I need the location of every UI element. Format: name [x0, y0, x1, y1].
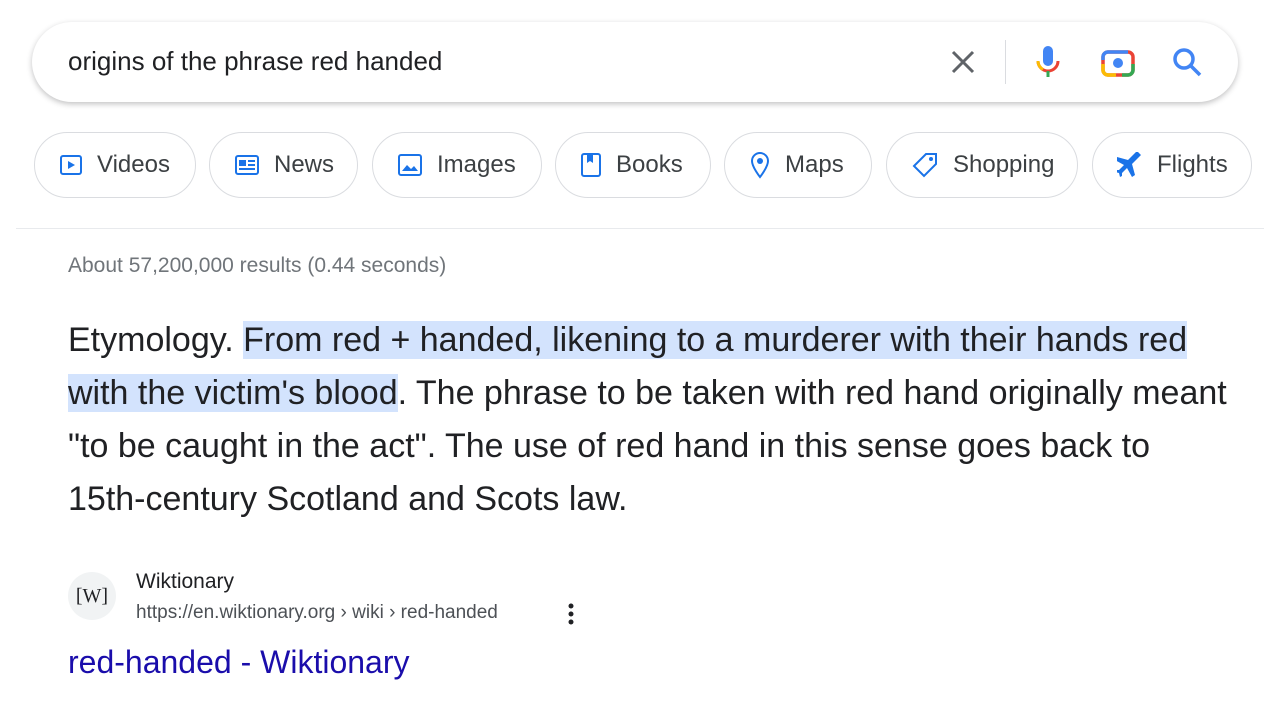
chip-label: Maps: [785, 151, 844, 178]
chip-images[interactable]: Images: [372, 132, 542, 198]
result-title-link[interactable]: red-handed - Wiktionary: [68, 644, 409, 681]
result-stats: About 57,200,000 results (0.44 seconds): [68, 254, 447, 277]
chip-label: Videos: [97, 151, 170, 178]
chip-label: Books: [616, 151, 683, 178]
chip-label: Shopping: [953, 151, 1055, 178]
result-url[interactable]: https://en.wiktionary.org › wiki › red-h…: [136, 602, 498, 624]
tag-icon: [912, 153, 937, 178]
chip-news[interactable]: News: [209, 132, 358, 198]
close-icon[interactable]: [941, 40, 985, 84]
book-icon: [581, 153, 601, 177]
featured-snippet: Etymology. From red + handed, likening t…: [68, 314, 1228, 526]
chip-label: News: [274, 151, 335, 178]
more-options-icon[interactable]: [562, 600, 580, 630]
newspaper-icon: [235, 155, 259, 175]
chip-label: Flights: [1157, 151, 1228, 178]
chip-label: Images: [437, 151, 516, 178]
image-icon: [398, 154, 422, 176]
chip-flights[interactable]: Flights: [1092, 132, 1252, 198]
airplane-icon: [1117, 152, 1141, 177]
microphone-icon[interactable]: [1026, 40, 1070, 84]
chip-videos[interactable]: Videos: [34, 132, 196, 198]
divider: [16, 228, 1264, 229]
result-site-name[interactable]: Wiktionary: [136, 570, 234, 594]
divider: [1005, 40, 1006, 84]
wiktionary-favicon: [W]: [68, 572, 116, 620]
chip-shopping[interactable]: Shopping: [886, 132, 1078, 198]
search-box[interactable]: origins of the phrase red handed: [32, 22, 1238, 102]
camera-lens-icon[interactable]: [1096, 40, 1140, 84]
chip-maps[interactable]: Maps: [724, 132, 872, 198]
search-input[interactable]: origins of the phrase red handed: [68, 46, 442, 77]
video-play-icon: [60, 155, 82, 175]
chip-books[interactable]: Books: [555, 132, 711, 198]
snippet-text: Etymology.: [68, 321, 244, 359]
map-pin-icon: [750, 152, 770, 179]
search-icon[interactable]: [1165, 40, 1209, 84]
